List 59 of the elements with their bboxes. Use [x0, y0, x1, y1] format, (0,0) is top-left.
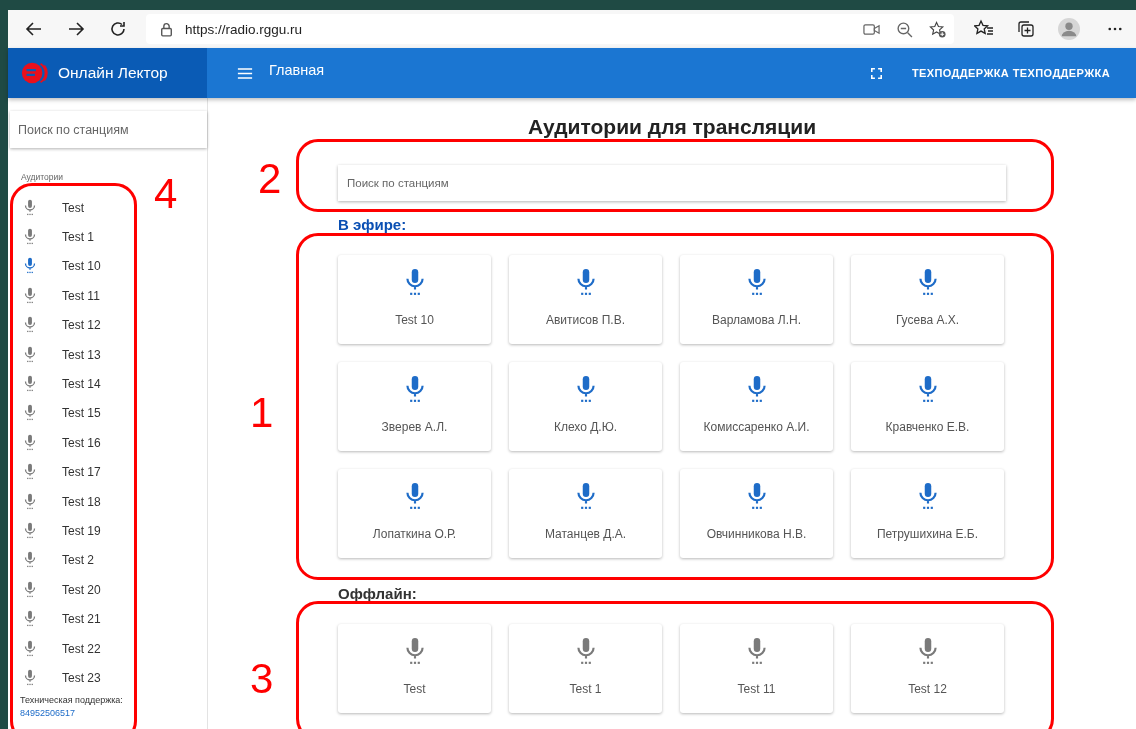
station-card[interactable]: Авитисов П.В.	[509, 255, 662, 344]
station-list-item[interactable]: Test 14	[8, 369, 134, 399]
station-card[interactable]: Матанцев Д.А.	[509, 469, 662, 558]
annotation-number: 3	[250, 658, 274, 700]
station-card[interactable]: Test 10	[338, 255, 491, 344]
support-phone-link[interactable]: 84952506517	[20, 707, 207, 718]
station-list-item[interactable]: Test 21	[8, 604, 134, 634]
station-list-item[interactable]: Test 23	[8, 663, 134, 693]
station-list-item[interactable]: Test 16	[8, 428, 134, 458]
support-label: Техническая поддержка:	[20, 694, 124, 705]
station-list-item[interactable]: Test 22	[8, 633, 134, 664]
page-title: Главная	[269, 62, 325, 78]
sidebar-search-field[interactable]: Поиск по станциям	[10, 111, 207, 148]
station-card[interactable]: Лопаткина О.Р.	[338, 469, 491, 558]
station-card[interactable]: Варламова Л.Н.	[680, 255, 833, 344]
station-list-item[interactable]: Test 10	[8, 251, 134, 282]
station-card[interactable]: Test 12	[851, 624, 1004, 713]
station-list-item[interactable]: Test 19	[8, 516, 134, 546]
fullscreen-icon[interactable]	[870, 67, 882, 79]
station-list-item[interactable]: Test 18	[8, 486, 134, 517]
zoom-out-icon[interactable]	[896, 20, 913, 38]
station-list-item[interactable]: Test 12	[8, 310, 134, 340]
station-card[interactable]: Test	[338, 624, 491, 713]
station-list-item[interactable]: Test 20	[8, 575, 134, 605]
station-list-item[interactable]: Test 2	[8, 545, 134, 576]
station-search-field[interactable]: Поиск по станциям	[338, 165, 1006, 201]
collections-icon[interactable]	[1016, 19, 1036, 39]
section-heading: Оффлайн:	[338, 585, 418, 602]
station-list-item[interactable]: Test 15	[8, 398, 134, 429]
station-card[interactable]: Петрушихина Е.Б.	[851, 469, 1004, 558]
menu-icon[interactable]	[237, 66, 253, 80]
reload-icon[interactable]	[108, 19, 128, 39]
brand-name: Онлайн Лектор	[58, 64, 168, 82]
station-card[interactable]: Гусева А.Х.	[851, 255, 1004, 344]
url-text: https://radio.rggu.ru	[185, 21, 303, 37]
add-favorite-icon[interactable]	[929, 20, 946, 38]
station-card[interactable]: Комиссаренко А.И.	[680, 362, 833, 451]
section-heading: В эфире:	[338, 216, 408, 233]
station-card[interactable]: Овчинникова Н.В.	[680, 469, 833, 558]
station-card[interactable]: Test 11	[680, 624, 833, 713]
station-list-item[interactable]: Test	[8, 193, 134, 223]
section-label: Аудитории	[21, 172, 64, 182]
station-list-item[interactable]: Test 11	[8, 281, 134, 311]
station-card[interactable]: Клехо Д.Ю.	[509, 362, 662, 451]
station-list-item[interactable]: Test 1	[8, 222, 134, 252]
annotation-number: 2	[258, 158, 282, 200]
lock-icon	[158, 20, 175, 38]
address-bar[interactable]: https://radio.rggu.ru	[146, 14, 954, 44]
station-card[interactable]: Кравченко Е.В.	[851, 362, 1004, 451]
page-heading: Аудитории для трансляции	[527, 115, 817, 139]
profile-avatar-icon[interactable]	[1058, 18, 1080, 40]
annotation-number: 1	[250, 392, 274, 434]
station-list-item[interactable]: Test 17	[8, 457, 134, 487]
annotation-number: 4	[154, 173, 178, 215]
support-user-button[interactable]: ТЕХПОДДЕРЖКА ТЕХПОДДЕРЖКА	[905, 63, 1116, 83]
more-icon[interactable]	[1108, 27, 1122, 31]
station-list-item[interactable]: Test 13	[8, 339, 134, 370]
station-card[interactable]: Зверев А.Л.	[338, 362, 491, 451]
station-card[interactable]: Test 1	[509, 624, 662, 713]
